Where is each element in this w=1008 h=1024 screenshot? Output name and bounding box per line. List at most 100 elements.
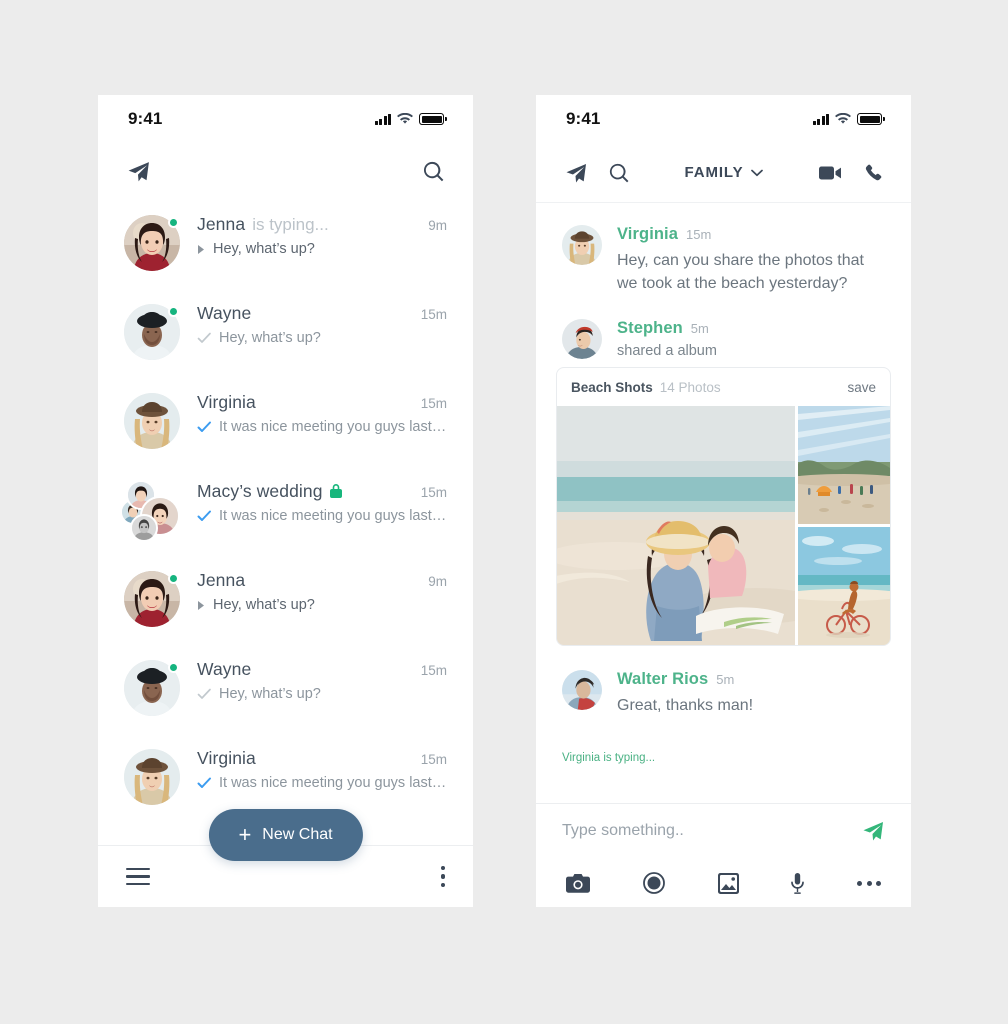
online-status-dot [168, 573, 179, 584]
chat-preview-text: Hey, what’s up? [213, 597, 315, 613]
message-text: Hey, can you share the photos that we to… [617, 252, 864, 293]
album-title: Beach Shots [571, 379, 653, 395]
chat-preview-line: Hey, what’s up? [197, 330, 447, 346]
plus-icon: + [238, 822, 252, 847]
message-item: Virginia 15m Hey, can you share the phot… [536, 225, 911, 295]
album-header: Beach Shots 14 Photos save [557, 368, 890, 406]
chat-list: Jenna is typing... 9m Hey, what’s up? Wa… [98, 199, 473, 826]
new-chat-label: New Chat [262, 826, 333, 843]
chat-preview-text: Hey, what’s up? [213, 241, 315, 257]
chat-list-item[interactable]: Jenna 9m Hey, what’s up? [98, 559, 473, 648]
avatar-group-stack [120, 480, 180, 542]
chat-name: Virginia [197, 748, 256, 768]
chat-time: 15m [420, 307, 447, 322]
chat-time: 15m [420, 396, 447, 411]
paper-plane-icon[interactable] [126, 159, 151, 184]
album-photo-count: 14 Photos [659, 379, 721, 395]
record-circle-icon[interactable] [642, 872, 665, 894]
chat-preview-text: Hey, what’s up? [219, 330, 321, 346]
chat-row-header: Wayne 15m [197, 659, 447, 680]
chat-row-body: Macy’s wedding 15m It was nice meeting y… [180, 481, 447, 524]
wifi-icon [835, 113, 852, 124]
message-composer [536, 803, 911, 907]
avatar-image-woman-brown-hat [124, 749, 180, 805]
chat-list-item[interactable]: Jenna is typing... 9m Hey, what’s up? [98, 203, 473, 292]
battery-icon [419, 113, 447, 125]
hamburger-menu-icon[interactable] [126, 867, 150, 886]
search-icon[interactable] [608, 162, 630, 184]
online-status-dot [168, 217, 179, 228]
tick-sent-icon [197, 688, 211, 699]
message-body: Stephen 5m shared a album [602, 319, 885, 359]
chat-name: Jenna [197, 570, 246, 590]
typing-indicator-hint: Virginia is typing... [562, 751, 656, 764]
avatar-image-woman-brown-hat [562, 225, 602, 265]
message-body: Virginia 15m Hey, can you share the phot… [602, 225, 885, 295]
online-status-dot [168, 306, 179, 317]
chat-list-item[interactable]: Macy’s wedding 15m It was nice meeting y… [98, 470, 473, 559]
avatar [120, 480, 180, 542]
chat-name: Wayne [197, 303, 252, 323]
chat-preview-line: It was nice meeting you guys last ... [197, 508, 447, 524]
album-photo-beach-crowd-aerial[interactable] [798, 406, 890, 525]
shared-album-card[interactable]: Beach Shots 14 Photos save [556, 367, 891, 647]
tick-read-icon [197, 421, 211, 432]
typing-indicator: is typing... [252, 215, 329, 234]
status-icons [374, 113, 447, 125]
tick-sent-icon [197, 332, 211, 343]
chat-time: 15m [420, 663, 447, 678]
chat-name: Jenna [197, 214, 246, 234]
chat-preview-line: Hey, what’s up? [197, 597, 447, 613]
message-area: Virginia 15m Hey, can you share the phot… [536, 203, 911, 764]
microphone-icon[interactable] [791, 872, 805, 894]
conversation-title-dropdown[interactable]: FAMILY [684, 164, 763, 181]
chat-time: 15m [420, 485, 447, 500]
reply-arrow-icon [198, 244, 204, 254]
chat-list-item[interactable]: Wayne 15m Hey, what’s up? [98, 292, 473, 381]
chat-preview-line: Hey, what’s up? [197, 686, 447, 702]
new-chat-button[interactable]: + New Chat [208, 809, 363, 861]
chat-preview-text: It was nice meeting you guys last ... [219, 419, 447, 435]
avatar-image-woman-brown-hat [124, 393, 180, 449]
avatar-image-man-blue-jacket [562, 670, 602, 711]
paper-plane-icon[interactable] [564, 161, 588, 185]
video-camera-icon[interactable] [819, 165, 842, 181]
chevron-down-icon [750, 169, 763, 176]
chat-name: Macy’s wedding [197, 481, 323, 501]
status-time: 9:41 [566, 109, 601, 128]
more-dots-icon[interactable] [857, 880, 881, 886]
status-bar: 9:41 [536, 95, 911, 143]
search-icon[interactable] [422, 160, 445, 183]
chat-row-body: Jenna 9m Hey, what’s up? [180, 570, 447, 613]
album-save-button[interactable]: save [847, 380, 876, 395]
message-sender-name: Stephen [617, 319, 683, 338]
reply-arrow-icon [198, 600, 204, 610]
camera-icon[interactable] [566, 873, 590, 893]
photo-gallery-icon[interactable] [717, 872, 739, 894]
nav-right-group [819, 163, 883, 182]
chat-list-item[interactable]: Wayne 15m Hey, what’s up? [98, 648, 473, 737]
lock-icon [329, 484, 342, 503]
wifi-icon [397, 113, 414, 124]
message-input[interactable] [562, 822, 861, 840]
album-photo-beach-cyclist[interactable] [798, 527, 890, 646]
send-plane-icon[interactable] [861, 819, 885, 843]
chat-preview-text: It was nice meeting you guys last ... [219, 775, 447, 791]
avatar [124, 571, 180, 627]
phone-icon[interactable] [864, 163, 883, 182]
kebab-menu-icon[interactable] [440, 865, 445, 888]
phone-conversation-screen: 9:41 FAMILY Virginia 15m Hey, can you sh… [536, 95, 911, 907]
album-photo-beach-mother-and-child[interactable] [557, 406, 795, 646]
message-header: Stephen 5m [617, 319, 885, 338]
conversation-title: FAMILY [684, 164, 744, 181]
chat-row-header: Jenna is typing... 9m [197, 214, 447, 235]
message-meta: shared a album [617, 343, 717, 360]
chat-list-item[interactable]: Virginia 15m It was nice meeting you guy… [98, 381, 473, 470]
avatar [124, 215, 180, 271]
battery-icon [857, 113, 885, 125]
status-bar: 9:41 [98, 95, 473, 143]
screenshot-stage: 9:41 Jenna is typing... 9m Hey, what’s u… [0, 0, 1008, 1024]
message-sender-name: Walter Rios [617, 670, 709, 689]
avatar-image-man-red-bandana [562, 319, 602, 360]
chat-row-body: Wayne 15m Hey, what’s up? [180, 659, 447, 702]
